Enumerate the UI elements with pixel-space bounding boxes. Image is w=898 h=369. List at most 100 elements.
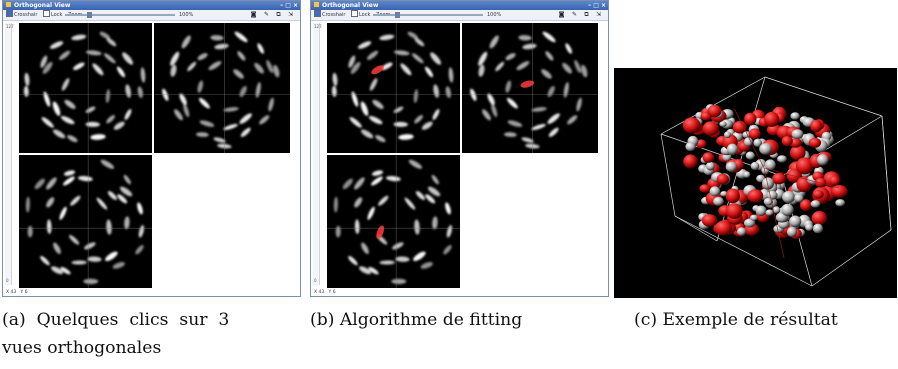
slice-ruler[interactable]: 127 0 [313,23,322,285]
view-xy[interactable] [327,23,460,153]
detected-cell [765,209,774,216]
cell-blob [413,251,426,261]
cell-blob [197,53,208,61]
window-controls[interactable]: – □ × [588,2,606,9]
cell-blob [85,106,96,113]
cell-blob [414,219,420,235]
fitted-cell-highlight [376,225,385,239]
cell-blob [106,37,117,47]
window-titlebar[interactable]: Orthogonal View – □ × [3,1,300,10]
cell-blob [393,121,408,127]
cell-blob [181,35,191,49]
zoom-slider-handle[interactable] [395,12,400,18]
view-xy[interactable] [19,23,152,153]
cell-blob [135,245,144,255]
cell-blob [415,191,425,200]
lock-checkbox[interactable] [350,10,358,17]
cell-blob [83,278,99,285]
zoom-slider[interactable] [373,14,483,16]
cell-blob [531,123,546,131]
cell-blob [174,109,183,121]
cell-blob [445,86,451,99]
export-icon[interactable]: ⇲ [595,11,602,18]
cell-blob [124,216,130,230]
cell-blob [71,34,87,41]
cell-blob [103,53,116,64]
tools-icon[interactable]: ✎ [571,11,578,18]
fitted-cell [811,211,827,226]
cell-blob [96,197,108,210]
fitted-cell [701,214,718,227]
fitted-cell [725,188,740,204]
cell-blob [505,53,516,61]
cell-blob [408,159,423,169]
cell-blob [504,132,517,137]
view-yz[interactable] [327,155,460,288]
cell-blob [335,225,341,238]
detected-cell [745,151,755,160]
cell-blob [375,135,386,143]
cell-blob [217,143,232,149]
cell-blob [432,216,438,230]
slice-ruler[interactable]: 127 0 [5,23,14,285]
detected-cell [789,215,802,228]
camera-icon[interactable]: ◙ [558,11,565,18]
fitted-cell [748,128,761,140]
fitted-cell [714,220,733,236]
tools-icon[interactable]: ✎ [263,11,270,18]
cell-blob [445,202,451,215]
crosshair-checkbox[interactable] [314,10,321,17]
window-titlebar[interactable]: Orthogonal View – □ × [311,1,608,10]
detected-cell [705,161,715,171]
cell-blob [116,66,126,78]
cell-blob [386,175,401,182]
camera-icon[interactable]: ◙ [250,11,257,18]
cell-blob [49,41,64,49]
crosshair-checkbox[interactable] [6,10,13,17]
window-controls[interactable]: – □ × [280,2,298,9]
cell-blob [213,137,226,143]
copy-icon[interactable]: ⧉ [583,11,590,18]
cell-blob [60,116,75,125]
zoom-slider[interactable] [65,14,175,16]
cell-blob [210,35,224,41]
cell-blob [61,78,70,91]
3d-result-render [614,68,897,298]
export-icon[interactable]: ⇲ [287,11,294,18]
fitted-cell [744,112,757,126]
cell-blob [368,116,383,125]
cell-blob [78,175,93,182]
bounding-box-edge [881,115,892,231]
status-bar: X 43 Y 6 [6,290,28,295]
view-yz[interactable] [19,155,152,288]
detected-cell [794,193,804,203]
cell-blob [100,159,115,169]
cell-blob [67,135,78,143]
cell-blob [542,31,556,43]
view-xz[interactable] [154,23,290,153]
caption-c: (c) Exemple de résultat [634,310,838,330]
detected-cell [719,121,727,127]
status-x: X 43 [6,290,17,295]
orthogonal-view-window-a: Orthogonal View – □ × Crosshair Lock Zoo… [2,0,301,297]
lock-checkbox[interactable] [42,10,50,17]
cell-blob [64,99,76,109]
cell-blob [574,59,582,74]
cell-blob [398,134,414,140]
view-xz[interactable] [462,23,598,153]
cell-blob [371,176,383,186]
cell-blob [240,127,251,137]
detected-cell [777,155,787,163]
cell-blob [541,69,552,79]
cell-blob [433,84,440,98]
cell-blob [379,34,395,41]
window-title: Orthogonal View [14,2,71,9]
zoom-slider-handle[interactable] [87,12,92,18]
copy-icon[interactable]: ⧉ [275,11,282,18]
detected-cell [759,143,772,155]
cell-blob [268,97,274,112]
cell-blob [567,115,578,125]
cell-blob [196,132,209,137]
cell-blob [333,196,338,213]
cell-blob [414,115,423,124]
